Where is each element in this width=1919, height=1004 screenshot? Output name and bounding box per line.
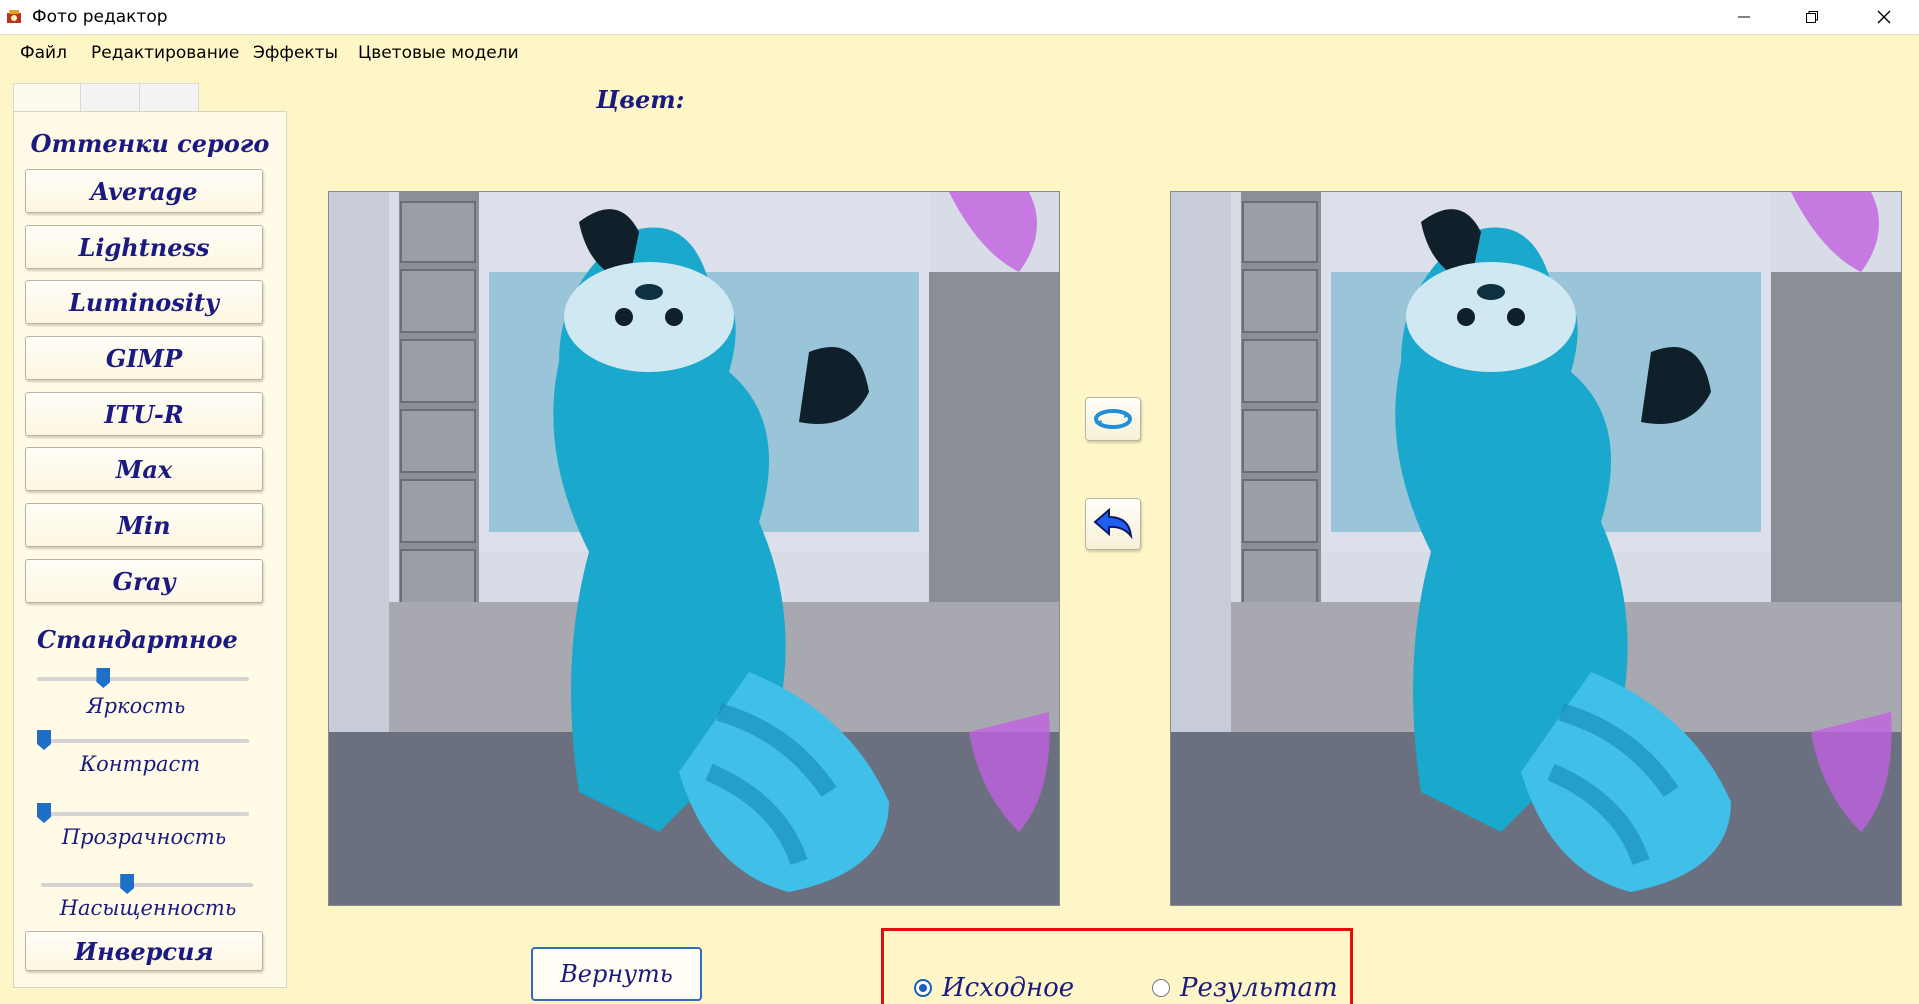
brightness-slider[interactable]: [37, 668, 249, 690]
luminosity-button[interactable]: Luminosity: [25, 280, 263, 324]
restore-window-icon: [1806, 11, 1818, 23]
red-panda-image: [329, 192, 1059, 905]
gimp-button[interactable]: GIMP: [25, 336, 263, 380]
lightness-button[interactable]: Lightness: [25, 225, 263, 269]
contrast-label: Контраст: [79, 752, 201, 776]
restore-button[interactable]: Вернуть: [531, 947, 702, 1001]
radio-button-selected[interactable]: [914, 979, 932, 997]
menu-edit[interactable]: Редактирование: [91, 43, 239, 63]
rotate-arrows-icon: [1094, 409, 1132, 429]
back-arrow-icon: [1093, 507, 1133, 540]
radio-result[interactable]: Результат: [1152, 973, 1338, 1003]
app-icon: [6, 8, 22, 24]
saturation-label: Насыщенность: [59, 896, 237, 920]
inversion-button[interactable]: Инверсия: [25, 931, 263, 971]
menu-file[interactable]: Файл: [20, 43, 67, 63]
rotate-button[interactable]: [1085, 397, 1141, 441]
close-button[interactable]: [1850, 0, 1918, 34]
slider-thumb[interactable]: [96, 668, 111, 688]
source-image: [328, 191, 1060, 906]
undo-button[interactable]: [1085, 498, 1141, 550]
maximize-button[interactable]: [1778, 0, 1846, 34]
menu-effects[interactable]: Эффекты: [253, 43, 338, 63]
view-radio-group: Исходное Результат: [881, 928, 1353, 1004]
transparency-slider[interactable]: [37, 803, 249, 825]
radio-result-label: Результат: [1180, 973, 1338, 1003]
radio-button[interactable]: [1152, 979, 1170, 997]
menu-bar: Файл Редактирование Эффекты Цветовые мод…: [0, 35, 1919, 71]
close-icon: [1877, 10, 1891, 24]
result-image: [1170, 191, 1902, 906]
gray-button[interactable]: Gray: [25, 559, 263, 603]
standard-title: Стандартное: [37, 625, 238, 654]
radio-original[interactable]: Исходное: [914, 973, 1074, 1003]
color-label: Цвет:: [596, 85, 685, 114]
contrast-slider[interactable]: [37, 730, 249, 752]
max-button[interactable]: Max: [25, 447, 263, 491]
tools-panel: Оттенки серого Average Lightness Luminos…: [13, 111, 287, 988]
tab-3[interactable]: [139, 83, 199, 112]
brightness-label: Яркость: [86, 694, 186, 718]
saturation-slider[interactable]: [41, 874, 253, 896]
menu-color-models[interactable]: Цветовые модели: [358, 43, 519, 63]
window-title: Фото редактор: [32, 7, 168, 27]
average-button[interactable]: Average: [25, 169, 263, 213]
itu-r-button[interactable]: ITU-R: [25, 392, 263, 436]
slider-thumb[interactable]: [37, 803, 51, 823]
minimize-button[interactable]: [1710, 0, 1778, 34]
min-button[interactable]: Min: [25, 503, 263, 547]
minimize-icon: [1738, 16, 1750, 18]
transparency-label: Прозрачность: [61, 825, 227, 849]
title-bar: Фото редактор: [0, 0, 1919, 35]
tab-2[interactable]: [80, 83, 140, 112]
red-panda-result-image: [1171, 192, 1901, 905]
slider-thumb[interactable]: [120, 874, 135, 894]
slider-thumb[interactable]: [37, 730, 51, 750]
radio-original-label: Исходное: [942, 973, 1075, 1003]
grayscale-title: Оттенки серого: [30, 129, 270, 158]
tab-1[interactable]: [13, 83, 81, 112]
